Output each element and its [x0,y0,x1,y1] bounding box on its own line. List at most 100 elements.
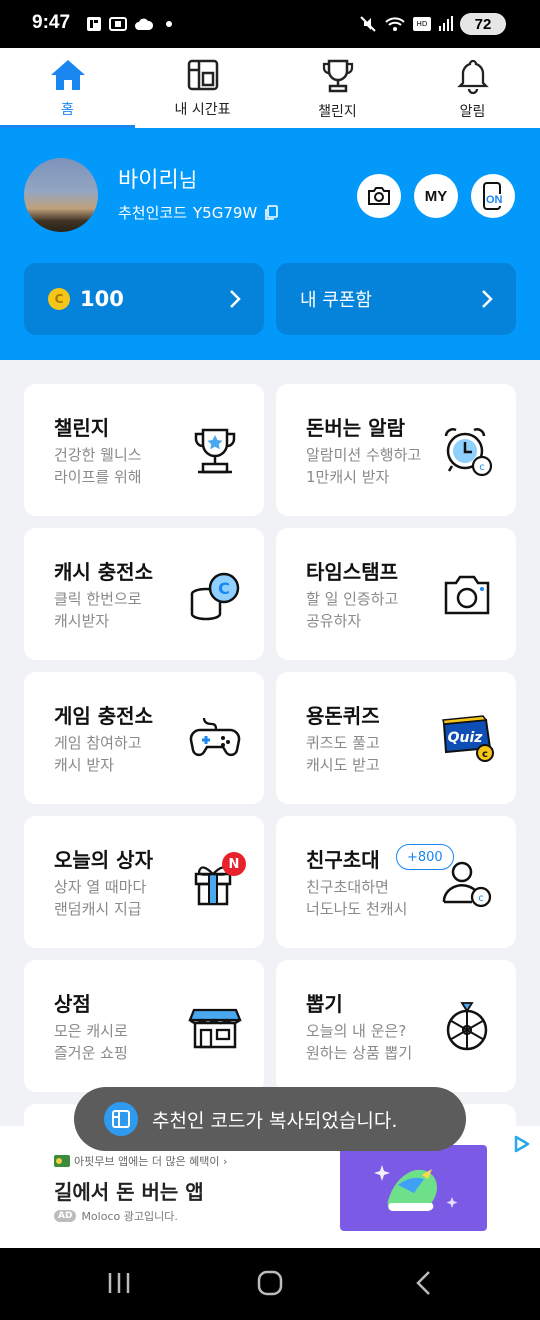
card-subtitle-line2: 1만캐시 받자 [306,468,390,486]
card-subtitle-line2: 캐시 받자 [54,756,114,774]
card-subtitle-line1: 오늘의 내 운은? [306,1022,407,1040]
card-subtitle: 알람미션 수행하고 1만캐시 받자 [306,444,421,488]
card-subtitle-line1: 게임 참여하고 [54,734,142,752]
roulette-icon [446,1002,488,1051]
status-right-icons: HD 72 [358,12,506,36]
ad-tag: AD [54,1210,77,1222]
adchoices-icon[interactable] [512,1134,532,1154]
quiz-icon-text: Quiz [448,730,484,746]
svg-text:c: c [479,462,485,473]
store-icon [188,1008,242,1049]
back-button[interactable] [412,1269,436,1297]
card-title: 캐시 충전소 [54,560,153,584]
card-alarm[interactable]: 돈버는 알람 알람미션 수행하고 1만캐시 받자 c [276,384,516,516]
card-quiz[interactable]: 용돈퀴즈 퀴즈도 풀고캐시도 받고 Quiz c [276,672,516,804]
coupon-label: 내 쿠폰함 [300,290,372,311]
card-cash-charge[interactable]: 캐시 충전소 클릭 한번으로 캐시받자 C [24,528,264,660]
card-title: 용돈퀴즈 [306,704,380,728]
cloud-icon [135,18,154,30]
svg-text:c: c [478,893,484,904]
ad-small-text: 아핏무브 앱에는 더 많은 혜택이 › [54,1153,227,1169]
tab-home-label: 홈 [61,102,74,118]
tab-notifications-label: 알림 [459,104,486,120]
gamepad-icon [189,717,241,757]
battery-level: 72 [474,15,492,33]
coin-icon: C [48,288,70,310]
referral-code[interactable]: 추천인코드 Y5G79W [118,202,279,223]
lock-screen-toggle-button[interactable]: ON [471,174,515,218]
card-title: 타임스탬프 [306,560,398,584]
chevron-right-icon [230,290,241,308]
tab-home[interactable]: 홈 [0,48,135,128]
ad-image[interactable] [340,1145,487,1231]
card-timestamp[interactable]: 타임스탬프 할 일 인증하고공유하자 [276,528,516,660]
copy-icon[interactable] [263,204,279,221]
status-left-icons [86,14,173,34]
card-subtitle-line1: 알람미션 수행하고 [306,446,422,464]
card-subtitle: 클릭 한번으로캐시받자 [54,588,142,632]
card-subtitle: 상자 열 때마다랜덤캐시 지급 [54,876,146,920]
bell-icon [456,59,489,94]
card-subtitle-line2: 즐거운 쇼핑 [54,1044,128,1062]
status-bar: 9:47 HD 72 [0,0,540,48]
card-subtitle-line1: 상자 열 때마다 [54,878,147,896]
user-coin-icon: c [442,861,492,908]
card-lucky-draw[interactable]: 뽑기 오늘의 내 운은? 원하는 상품 뽑기 [276,960,516,1092]
screenshot-icon [109,17,127,31]
card-challenge[interactable]: 챌린지 건강한 웰니스 라이프를 위해 [24,384,264,516]
card-subtitle-line2: 너도나도 천캐시 [306,900,408,918]
mute-icon [360,16,376,32]
card-subtitle: 할 일 인증하고공유하자 [306,588,398,632]
card-subtitle-line2: 랜덤캐시 지급 [54,900,142,918]
card-subtitle-line2: 원하는 상품 뽑기 [306,1044,413,1062]
card-invite-friends[interactable]: 친구초대 +800 친구초대하면 너도나도 천캐시 c [276,816,516,948]
hd-voice-icon: HD [413,17,431,31]
tab-notifications[interactable]: 알림 [405,48,540,128]
card-subtitle: 게임 참여하고캐시 받자 [54,732,142,776]
tab-challenge-label: 챌린지 [318,104,357,120]
card-game-charge[interactable]: 게임 충전소 게임 참여하고 캐시 받자 [24,672,264,804]
ad-meta: AD Moloco 광고입니다. [54,1208,178,1224]
card-subtitle-line1: 클릭 한번으로 [54,590,142,608]
card-daily-box[interactable]: 오늘의 상자 상자 열 때마다 랜덤캐시 지급 N [24,816,264,948]
coupon-box-card[interactable]: 내 쿠폰함 [276,263,516,335]
recent-apps-button[interactable] [104,1270,134,1296]
camera-button[interactable] [357,174,401,218]
chevron-right-icon [482,290,493,308]
card-subtitle: 건강한 웰니스 라이프를 위해 [54,444,142,488]
user-name: 바이리님 [118,162,197,194]
app-logo-icon [104,1102,138,1136]
sneaker-icon [374,1165,458,1211]
ad-small-label: 아핏무브 앱에는 더 많은 혜택이 › [74,1155,228,1168]
quiz-icon: Quiz c [442,715,494,762]
tab-challenge[interactable]: 챌린지 [270,48,405,128]
card-subtitle: 모은 캐시로 즐거운 쇼핑 [54,1020,128,1064]
card-store[interactable]: 상점 모은 캐시로 즐거운 쇼핑 [24,960,264,1092]
card-subtitle-line2: 캐시받자 [54,612,110,630]
avatar[interactable] [24,158,98,232]
card-title: 돈버는 알람 [306,416,405,440]
dot-icon [166,21,172,27]
signal-icon [439,16,453,31]
battery-indicator: 72 [460,13,506,35]
tab-timetable[interactable]: 내 시간표 [135,48,270,128]
card-subtitle-line1: 할 일 인증하고 [306,590,399,608]
coin-balance-card[interactable]: C 100 [24,263,264,335]
card-subtitle-line1: 퀴즈도 풀고 [306,734,380,752]
referral-label: 추천인코드 [118,204,188,222]
camera-icon [368,187,390,205]
timetable-icon [187,59,218,91]
home-button[interactable] [256,1269,286,1297]
on-label: ON [486,194,503,206]
user-name-suffix: 님 [178,168,198,192]
card-subtitle-line2: 캐시도 받고 [306,756,380,774]
camera-icon [444,575,490,615]
card-subtitle-line1: 친구초대하면 [306,878,389,896]
card-subtitle-line2: 공유하자 [306,612,362,630]
status-time: 9:47 [32,12,71,33]
top-tab-bar: 홈 내 시간표 챌린지 알림 [0,48,540,128]
card-title: 뽑기 [306,992,343,1016]
my-button[interactable]: MY [414,174,458,218]
svg-text:HD: HD [417,20,428,28]
card-subtitle-line2: 라이프를 위해 [54,468,142,486]
